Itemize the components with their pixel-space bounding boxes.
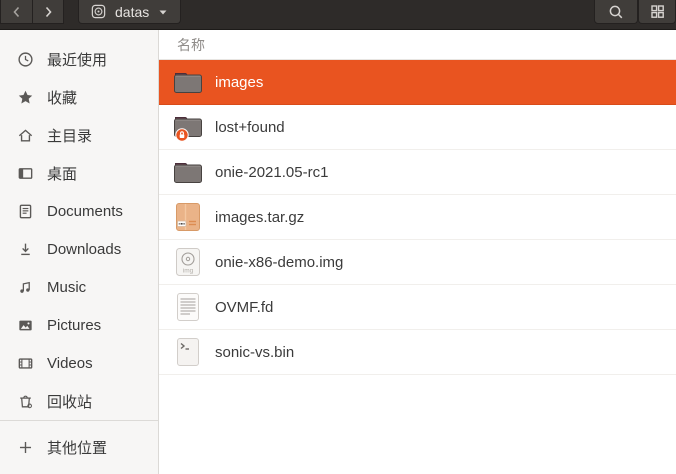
sidebar-item-label: Pictures	[47, 317, 101, 334]
forward-button[interactable]	[32, 0, 64, 24]
file-name: lost+found	[215, 119, 285, 136]
file-row-images[interactable]: images	[159, 60, 676, 105]
file-row-onie-x86-demo.img[interactable]: img onie-x86-demo.img	[159, 240, 676, 285]
file-name: images	[215, 74, 263, 91]
text-file-icon	[172, 291, 204, 323]
video-icon	[17, 355, 34, 372]
sidebar-item-label: 最近使用	[47, 49, 107, 70]
sidebar-item-收藏[interactable]: 收藏	[0, 78, 158, 116]
sidebar-item-Pictures[interactable]: Pictures	[0, 306, 158, 344]
home-icon	[17, 127, 34, 144]
file-name: OVMF.fd	[215, 299, 273, 316]
file-row-OVMF.fd[interactable]: OVMF.fd	[159, 285, 676, 330]
sidebar-item-Videos[interactable]: Videos	[0, 344, 158, 382]
column-header-name[interactable]: 名称	[159, 30, 676, 60]
history-nav	[0, 0, 64, 24]
binary-file-icon	[172, 336, 204, 368]
sidebar-item-label: 其他位置	[47, 437, 107, 458]
file-name: onie-2021.05-rc1	[215, 164, 328, 181]
header-bar: datas	[0, 0, 676, 30]
file-name: images.tar.gz	[215, 209, 304, 226]
document-icon	[17, 203, 34, 220]
sidebar-item-其他位置[interactable]: 其他位置	[0, 420, 158, 474]
view-toggle-button[interactable]	[638, 0, 676, 24]
file-rows-container: images lost+found onie-2021.05-rc1 images.t…	[159, 60, 676, 474]
trash-icon	[17, 393, 34, 410]
clock-icon	[17, 51, 34, 68]
caret-down-icon	[157, 6, 169, 18]
file-manager-window: datas	[0, 0, 676, 474]
disk-location-icon	[90, 3, 107, 20]
file-row-lost+found[interactable]: lost+found	[159, 105, 676, 150]
search-button[interactable]	[594, 0, 638, 24]
sidebar-item-label: Videos	[47, 355, 93, 372]
picture-icon	[17, 317, 34, 334]
star-icon	[17, 89, 34, 106]
file-row-onie-2021.05-rc1[interactable]: onie-2021.05-rc1	[159, 150, 676, 195]
sidebar-item-主目录[interactable]: 主目录	[0, 116, 158, 154]
sidebar-item-label: 收藏	[47, 87, 77, 108]
file-name: onie-x86-demo.img	[215, 254, 343, 271]
plus-icon	[17, 439, 34, 456]
sidebar-item-桌面[interactable]: 桌面	[0, 154, 158, 192]
archive-icon	[172, 201, 204, 233]
file-list-pane: 名称 imageslost+foundonie-2021.05-rc1image…	[159, 30, 676, 474]
file-row-sonic-vs.bin[interactable]: sonic-vs.bin	[159, 330, 676, 375]
file-row-images.tar.gz[interactable]: images.tar.gz	[159, 195, 676, 240]
sidebar-item-label: 主目录	[47, 125, 92, 146]
location-label: datas	[115, 4, 149, 20]
column-header-label: 名称	[177, 35, 205, 55]
download-icon	[17, 241, 34, 258]
sidebar-item-label: 桌面	[47, 163, 77, 184]
file-name: sonic-vs.bin	[215, 344, 294, 361]
chevron-right-icon	[39, 3, 57, 21]
music-icon	[17, 279, 34, 296]
disk-image-icon: img	[172, 246, 204, 278]
folder-icon	[172, 156, 204, 188]
search-icon	[607, 3, 625, 21]
places-sidebar: 最近使用收藏主目录桌面 Documents Downloads Music Pictur…	[0, 30, 159, 474]
sidebar-item-label: Documents	[47, 203, 123, 220]
sidebar-item-label: Music	[47, 279, 86, 296]
folder-locked-icon	[172, 111, 204, 143]
location-breadcrumb-button[interactable]: datas	[78, 0, 181, 24]
back-button[interactable]	[0, 0, 32, 24]
grid-view-icon	[649, 3, 666, 20]
sidebar-item-label: 回收站	[47, 391, 92, 412]
window-body: 最近使用收藏主目录桌面 Documents Downloads Music Pictur…	[0, 30, 676, 474]
sidebar-item-Music[interactable]: Music	[0, 268, 158, 306]
folder-icon	[172, 66, 204, 98]
desktop-icon	[17, 165, 34, 182]
sidebar-item-Downloads[interactable]: Downloads	[0, 230, 158, 268]
svg-text:img: img	[183, 268, 194, 275]
sidebar-item-最近使用[interactable]: 最近使用	[0, 40, 158, 78]
sidebar-item-Documents[interactable]: Documents	[0, 192, 158, 230]
chevron-left-icon	[8, 3, 26, 21]
sidebar-item-回收站[interactable]: 回收站	[0, 382, 158, 420]
sidebar-item-label: Downloads	[47, 241, 121, 258]
